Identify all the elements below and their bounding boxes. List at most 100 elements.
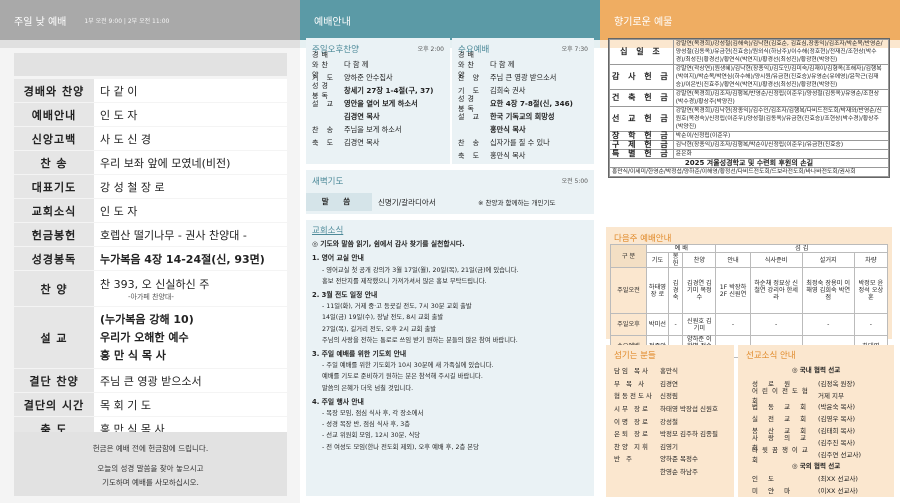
- service-row: 찬 양 주님 큰 영광 받으소서: [452, 71, 594, 84]
- service-value: 김희숙 권사: [490, 85, 526, 95]
- next-week-box: 다음주 예배안내 구 분예 배섬 김 기도 봉헌 찬양 안내 식사준비 설거지 차량 주일오전 하…: [606, 227, 892, 358]
- sermon-line2: 우리가 오해한 예수: [100, 330, 189, 344]
- worship-banner: [14, 53, 287, 76]
- service-value: 다 함 께: [490, 59, 515, 69]
- servant-row: 시무 장로 하태영 박장섭 신원호: [606, 402, 734, 415]
- service-label: 성경봉독: [458, 94, 477, 113]
- service-value: 십자가를 질 수 있나: [490, 137, 550, 147]
- mission-name: 미 얀 마: [752, 487, 795, 496]
- mission-name: 실 전 교 회: [752, 415, 811, 424]
- sunday-pm-box: 주일오후찬양 오후 2:00 경배와찬양 다 함 께기 도 양하준 안수집사 성경봉독…: [306, 38, 450, 164]
- servant-name: 신정림: [660, 392, 678, 401]
- news-item-line: 예배를 기도로 준비하기 원하는 분은 참석해 주시길 바랍니다.: [322, 373, 483, 381]
- offering-names: 김낙현(장종익)/김조자/김행복/박순이/신정립(이준우)/유금현(진효승): [672, 140, 890, 150]
- table-cell: 하순채 정묘상 신철연 강리아 한세라: [749, 267, 803, 314]
- news-box: 교회소식 ◎ 기도와 말씀 읽기, 쉼에서 감사 찾기를 실천합시다. 1. 영…: [306, 220, 594, 496]
- offering-row: 건 축 헌 금 강말연(목경희)/김조자/김행복/반영순/신정립(이준우)/양성철…: [609, 89, 890, 107]
- order-row: 찬 송 우리 보좌 앞에 모였네(비전): [14, 150, 287, 175]
- order-value: 목 회 기 도: [94, 392, 287, 417]
- table-header: 설거지: [801, 252, 855, 268]
- service-value: 주님을 보게 하소서: [344, 124, 402, 134]
- offering-names: 강말연(목경희)/강성철(김해숙)/김낙현(김효순, 김효심,장종익)/김조자/…: [672, 39, 890, 65]
- servant-name: 강성철: [660, 417, 678, 426]
- servant-role: 은퇴 장로: [614, 430, 650, 439]
- row-name: 주일오전: [610, 267, 647, 314]
- servant-role: 시무 장로: [614, 405, 650, 414]
- order-value: 다 같 이: [94, 78, 287, 103]
- service-row: 성경봉독 창세기 27장 1-4절(구, 37): [306, 82, 450, 100]
- servant-row: 한영순 하남주: [606, 465, 734, 478]
- table-header: 섬 김: [715, 244, 888, 253]
- mission-name: 법 동 교 회: [752, 403, 811, 412]
- news-item-heading: 1. 영어 교실 안내: [312, 254, 364, 263]
- hymn-title: 찬 393, 오 신실하신 주: [100, 277, 210, 291]
- servant-name: 한영순 하남주: [660, 468, 698, 477]
- order-row: 결단의 시간 목 회 기 도: [14, 392, 287, 417]
- mission-row: 미 얀 마 (이XX 선교사): [738, 484, 894, 496]
- servant-role: 이명 장로: [614, 417, 650, 426]
- table-cell: 신원호 김기미: [682, 313, 717, 336]
- servant-row: 이명 장로 강성철: [606, 414, 734, 427]
- offering-names: 박순이/신정립(이준우): [672, 131, 890, 141]
- news-item-line: - 11일(화), 거제 중·고 등굣길 전도, 7시 30분 교회 출발: [322, 303, 472, 311]
- sermon-row: 설 교 (누가복음 강해 10) 우리가 오해한 예수 홍 만 식 목 사: [14, 306, 287, 369]
- order-row: 경배와 찬양 다 같 이: [14, 78, 287, 103]
- mission-contact: (김정옥 원장): [818, 379, 856, 388]
- order-value: 누가복음 4장 14-24절(신, 93면): [94, 246, 287, 271]
- servant-name: 김경연: [660, 379, 678, 388]
- table-cell: -: [715, 313, 751, 336]
- service-label: 설 교: [312, 99, 337, 108]
- offering-type: 특 별 헌 금: [609, 149, 674, 159]
- mission-contact: (최XX 선교사): [818, 475, 858, 484]
- service-value: 양하준 안수집사: [344, 72, 393, 82]
- order-row: 신앙고백 사 도 신 경: [14, 126, 287, 151]
- order-row: 결단 찬양 주님 큰 영광 받으소서: [14, 368, 287, 393]
- order-value: (누가복음 강해 10) 우리가 오해한 예수 홍 만 식 목 사: [94, 306, 287, 369]
- service-title: 예배안내: [314, 16, 351, 28]
- offering-row: 선 교 헌 금 강말연(목경희)/김낙현(장종익)/김수인/김조자/김행복/다비드…: [609, 106, 890, 132]
- news-item-line: 27일(목), 길거리 전도, 오후 2시 교회 출발: [322, 325, 437, 333]
- news-item-line: 14일(금) 19일(수), 장날 전도, 8시 교회 출발: [322, 314, 444, 322]
- offering-row: 특 별 헌 금 윤은화: [609, 149, 890, 159]
- table-header: 봉헌: [667, 252, 684, 268]
- table-row: 기도 봉헌 찬양 안내 식사준비 설거지 차량: [611, 252, 889, 268]
- mission-box: 선교소식 안내 ◎ 국내 협력 선교 성 로 원 (김정옥 원장) 어린이전도협회 거…: [738, 345, 894, 497]
- order-label: 예배안내: [14, 102, 94, 127]
- service-row: 축 도 홍만식 목사: [452, 149, 594, 162]
- offering-row: 2025 겨울성경학교 및 수련회 후원의 손길: [609, 158, 889, 168]
- mission-contact: (박윤숙 목사): [818, 403, 856, 412]
- order-row: 예배안내 인 도 자: [14, 102, 287, 127]
- news-item-line: - 주일 예배를 위한 기도회가 10시 30분에 새 가족실에 있습니다.: [322, 362, 494, 370]
- hymn-row: 찬 양찬 393, 오 신실하신 주 -아가페 찬양대-: [14, 270, 287, 307]
- mission-title: 선교소식 안내: [746, 351, 796, 361]
- table-row: 주일오전 하태영 장 로 김경숙 김경연 김기미 목정수 1F 박장하 2F 신원연 하순…: [610, 267, 889, 314]
- service-value: 김경연 목사: [344, 137, 380, 147]
- service-row: 찬 송 주님을 보게 하소서: [306, 123, 450, 136]
- table-row: 주일오후 박미선 - 신원호 김기미 - - - -: [610, 313, 889, 336]
- order-label: 설 교: [14, 306, 94, 369]
- mission-contact: 거제 지부: [818, 391, 844, 400]
- offering-type: 십 일 조: [609, 39, 674, 65]
- order-label: 헌금봉헌: [14, 222, 94, 247]
- service-label: 축 도: [458, 151, 483, 160]
- order-value: 찬 393, 오 신실하신 주 -아가페 찬양대-: [94, 270, 287, 307]
- offering-type: 건 축 헌 금: [609, 89, 674, 107]
- service-row: 성경봉독 요한 4장 7-8절(신, 346): [452, 95, 594, 113]
- service-row: 경배와찬양 다 함 께: [306, 51, 450, 79]
- offering-row: 십 일 조 강말연(목경희)/강성철(김해숙)/김낙현(김효순, 김효심,장종익)…: [609, 39, 890, 65]
- order-label: 결단 찬양: [14, 368, 94, 393]
- news-item-line: - 선교 위원회 모임, 12시 30분, 식당: [322, 432, 421, 440]
- news-item-line: - 성경 목장 반, 점심 식사 후, 3층: [322, 421, 411, 429]
- service-label: 축 도: [312, 138, 337, 147]
- servants-box: 섬기는 분들 담임 목사 홍만식 부 목 사 김경연 협동전도사 신정림 시무 장로 하태영 …: [606, 345, 734, 497]
- servant-row: 반 주 양하준 목정수: [606, 452, 734, 465]
- news-item-line: 홍보 전단지를 제작했으니 가져가셔서 많은 홍보 부탁드립니다.: [322, 277, 487, 285]
- service-value: 영안을 열어 보게 하소서: [344, 98, 418, 108]
- mission-contact: (김주진 목사): [818, 438, 856, 447]
- offering-header: 향기로운 예물: [600, 0, 900, 40]
- table-cell: -: [853, 313, 889, 336]
- service-value: 한국 기독교의 희망성: [490, 111, 555, 121]
- news-item-heading: 4. 주일 행사 안내: [312, 397, 364, 406]
- order-value: 호렙산 떨기나무 - 권사 찬양대 -: [94, 222, 287, 247]
- offering-title: 향기로운 예물: [614, 16, 673, 28]
